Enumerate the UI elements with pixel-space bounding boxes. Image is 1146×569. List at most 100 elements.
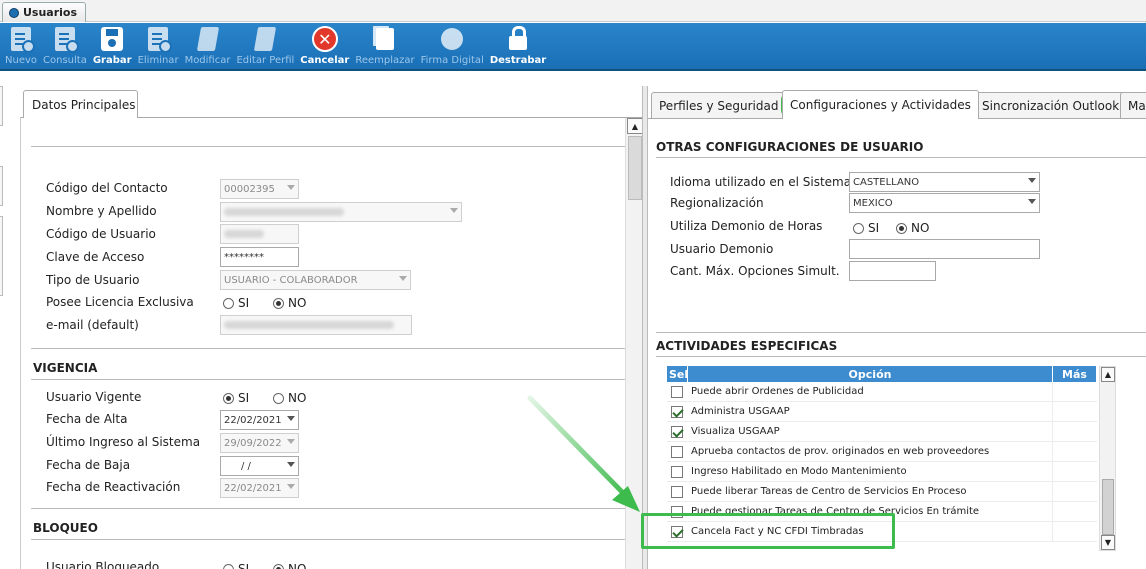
activity-checkbox[interactable] xyxy=(671,445,683,458)
tab-perfiles-seguridad[interactable]: Perfiles y Seguridad xyxy=(651,92,787,118)
sel-cell xyxy=(667,402,688,421)
user-type-select[interactable]: USUARIO - COLABORADOR xyxy=(220,270,411,290)
more-cell[interactable] xyxy=(1053,462,1097,481)
activity-row[interactable]: Visualiza USGAAP xyxy=(667,422,1097,442)
scroll-thumb[interactable] xyxy=(1102,479,1114,535)
tab-configuraciones-actividades[interactable]: Configuraciones y Actividades xyxy=(782,90,979,119)
region-select[interactable]: MEXICO xyxy=(849,193,1040,213)
radio-label: NO xyxy=(911,221,930,235)
last-login-label: Último Ingreso al Sistema xyxy=(46,435,201,449)
unlock-button[interactable]: Destrabar xyxy=(487,23,549,69)
radio-label: SI xyxy=(238,562,250,569)
activity-checkbox[interactable] xyxy=(671,425,683,438)
active-no-radio[interactable]: NO xyxy=(273,391,306,405)
license-si-radio[interactable]: SI xyxy=(223,296,249,310)
active-user-label: Usuario Vigente xyxy=(46,390,142,404)
tab-sincronizacion-outlook[interactable]: Sincronización Outlook xyxy=(974,92,1128,118)
radio-label: SI xyxy=(238,296,250,310)
col-sel[interactable]: Sel xyxy=(667,366,688,382)
cancel-button[interactable]: ✕ Cancelar xyxy=(297,23,352,69)
name-select[interactable] xyxy=(220,202,462,222)
edit-profile-button[interactable]: Editar Perfil xyxy=(233,23,297,69)
gutter-marker xyxy=(0,86,3,126)
left-scrollbar[interactable]: ▲ xyxy=(625,118,642,569)
tab-label: Sincronización Outlook xyxy=(982,98,1120,113)
user-type-label: Tipo de Usuario xyxy=(46,273,140,287)
grid-scrollbar[interactable]: ▲ ▼ xyxy=(1099,366,1116,551)
email-label: e-mail (default) xyxy=(46,318,139,332)
chevron-down-icon xyxy=(450,208,458,213)
name-label: Nombre y Apellido xyxy=(46,204,157,218)
col-option[interactable]: Opción xyxy=(688,366,1053,382)
more-cell[interactable] xyxy=(1053,402,1097,421)
activity-row[interactable]: Administra USGAAP xyxy=(667,402,1097,422)
redacted-user-code xyxy=(224,230,264,238)
max-options-field[interactable] xyxy=(849,261,936,281)
more-cell[interactable] xyxy=(1053,482,1097,501)
modify-button[interactable]: Modificar xyxy=(182,23,234,69)
daemon-no-radio[interactable]: NO xyxy=(896,221,929,235)
scroll-up-icon[interactable]: ▲ xyxy=(1101,367,1115,382)
activity-row[interactable]: Ingreso Habilitado en Modo Mantenimiento xyxy=(667,462,1097,482)
digital-signature-button[interactable]: Firma Digital xyxy=(418,23,487,69)
query-button[interactable]: Consulta xyxy=(40,23,90,69)
scroll-down-icon[interactable]: ▼ xyxy=(1101,535,1115,550)
more-cell[interactable] xyxy=(1053,502,1097,521)
divider xyxy=(656,157,1146,158)
scroll-thumb[interactable] xyxy=(628,136,642,200)
activity-checkbox[interactable] xyxy=(671,465,683,478)
license-no-radio[interactable]: NO xyxy=(273,296,306,310)
window-tab-usuarios[interactable]: Usuarios xyxy=(2,2,87,22)
sel-cell xyxy=(667,442,688,461)
sel-cell xyxy=(667,482,688,501)
tab-more[interactable]: Ma xyxy=(1120,92,1146,118)
divider xyxy=(656,332,1146,333)
activity-checkbox[interactable] xyxy=(671,405,683,418)
activity-checkbox[interactable] xyxy=(671,385,683,398)
scroll-up-icon[interactable]: ▲ xyxy=(627,118,642,134)
password-value: ******** xyxy=(224,251,264,263)
active-si-radio[interactable]: SI xyxy=(223,391,249,405)
unlock-button-label: Destrabar xyxy=(489,55,547,66)
replace-button[interactable]: Reemplazar xyxy=(352,23,417,69)
new-button[interactable]: Nuevo xyxy=(2,23,40,69)
activity-checkbox[interactable] xyxy=(671,485,683,498)
contact-code-select[interactable]: 00002395 xyxy=(220,179,299,199)
radio-label: NO xyxy=(288,562,307,569)
reactivation-date-picker[interactable]: 22/02/2021 xyxy=(220,478,299,498)
divider xyxy=(31,146,625,147)
tab-label: Datos Principales xyxy=(32,97,136,112)
query-doc-icon xyxy=(52,26,79,53)
more-cell[interactable] xyxy=(1053,382,1097,401)
region-label: Regionalización xyxy=(670,196,764,210)
col-more[interactable]: Más xyxy=(1053,366,1097,382)
blocked-no-radio[interactable]: NO xyxy=(273,562,306,569)
activity-row[interactable]: Aprueba contactos de prov. originados en… xyxy=(667,442,1097,462)
language-select[interactable]: CASTELLANO xyxy=(849,172,1040,192)
daemon-user-field[interactable] xyxy=(849,239,1040,259)
more-cell[interactable] xyxy=(1053,522,1097,541)
radio-icon xyxy=(223,563,234,569)
end-date-picker[interactable]: / / xyxy=(220,456,299,476)
radio-icon xyxy=(853,222,864,234)
daemon-si-radio[interactable]: SI xyxy=(853,221,879,235)
save-button[interactable]: Grabar xyxy=(90,23,135,69)
row-highlight-box xyxy=(641,513,895,549)
user-code-field[interactable] xyxy=(220,224,299,244)
delete-button[interactable]: Eliminar xyxy=(135,23,182,69)
last-login-value: 29/09/2022 xyxy=(224,437,282,449)
blocked-si-radio[interactable]: SI xyxy=(223,562,249,569)
other-config-title: OTRAS CONFIGURACIONES DE USUARIO xyxy=(656,140,924,154)
more-cell[interactable] xyxy=(1053,442,1097,461)
tab-datos-principales[interactable]: Datos Principales xyxy=(23,90,138,118)
more-cell[interactable] xyxy=(1053,422,1097,441)
window-tab-strip: Usuarios xyxy=(0,0,1146,22)
activity-row[interactable]: Puede abrir Ordenes de Publicidad xyxy=(667,382,1097,402)
activity-row[interactable]: Puede liberar Tareas de Centro de Servic… xyxy=(667,482,1097,502)
last-login-picker[interactable]: 29/09/2022 xyxy=(220,433,299,453)
digital-signature-button-label: Firma Digital xyxy=(420,55,484,66)
password-field[interactable]: ******** xyxy=(220,247,299,267)
start-date-picker[interactable]: 22/02/2021 xyxy=(220,410,299,430)
main-data-body: Código del Contacto 00002395 Nombre y Ap… xyxy=(20,117,642,569)
email-field[interactable] xyxy=(220,315,412,335)
